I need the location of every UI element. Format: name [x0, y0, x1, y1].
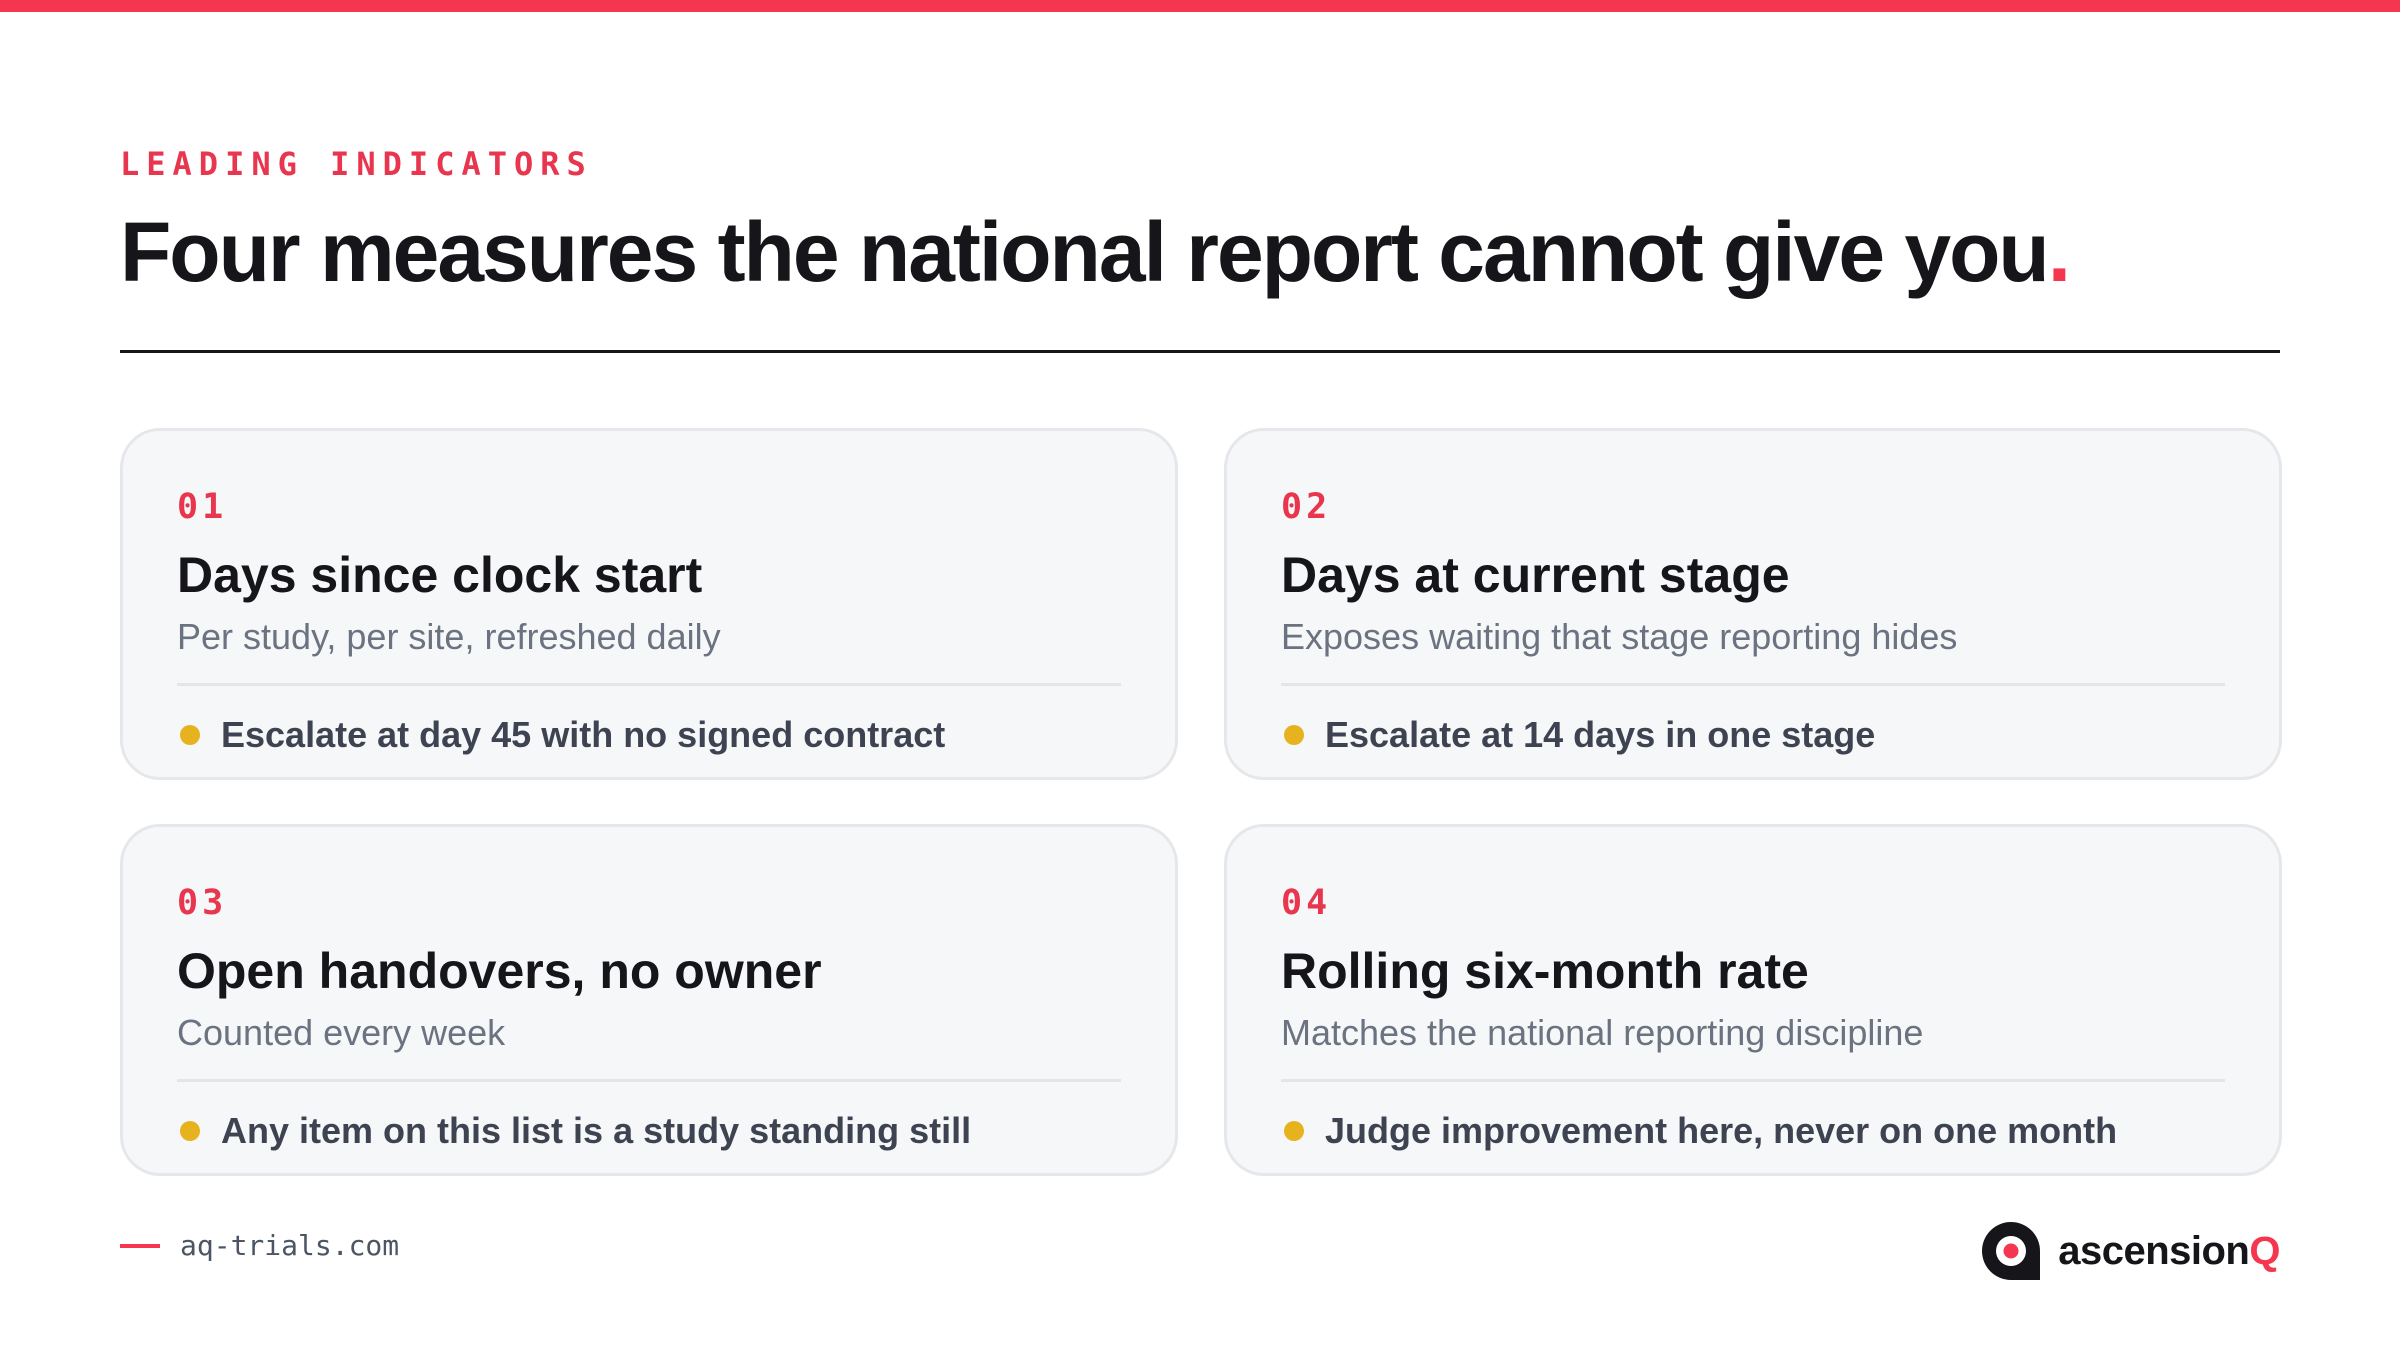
- card-escalation-rule: Judge improvement here, never on one mon…: [1325, 1110, 2118, 1151]
- card-number: 04: [1281, 883, 1332, 923]
- card-title: Open handovers, no owner: [177, 943, 822, 999]
- bullet-dot-icon: [1284, 1121, 1304, 1141]
- indicator-card-4: 04 Rolling six-month rate Matches the na…: [1224, 824, 2282, 1176]
- page-title: Four measures the national report cannot…: [120, 200, 2071, 304]
- card-title: Days at current stage: [1281, 547, 1790, 603]
- card-escalation-rule: Any item on this list is a study standin…: [221, 1110, 972, 1151]
- section-eyebrow: LEADING INDICATORS: [120, 145, 593, 183]
- brand-logo: ascensionQ: [1980, 1220, 2280, 1282]
- card-divider: [1281, 683, 2225, 686]
- card-number: 02: [1281, 487, 1332, 527]
- card-escalation-rule: Escalate at day 45 with no signed contra…: [221, 714, 946, 755]
- bullet-dot-icon: [1284, 725, 1304, 745]
- card-subtitle: Exposes waiting that stage reporting hid…: [1281, 616, 1958, 657]
- ascensionq-logo-mark-icon: [1982, 1222, 2041, 1280]
- card-number: 03: [177, 883, 228, 923]
- brand-name-text: ascension: [2058, 1229, 2250, 1273]
- footer-url: aq-trials.com: [180, 1229, 400, 1262]
- card-subtitle: Counted every week: [177, 1012, 506, 1053]
- card-title: Days since clock start: [177, 547, 703, 603]
- card-divider: [1281, 1079, 2225, 1082]
- card-escalation-rule: Escalate at 14 days in one stage: [1325, 714, 1876, 755]
- indicator-card-1: 01 Days since clock start Per study, per…: [120, 428, 1178, 780]
- header-divider: [120, 350, 2280, 353]
- title-accent-dot: .: [2047, 205, 2071, 299]
- page-title-text: Four measures the national report cannot…: [120, 205, 2050, 299]
- card-subtitle: Per study, per site, refreshed daily: [177, 616, 721, 657]
- top-accent-bar: [0, 0, 2400, 12]
- bullet-dot-icon: [180, 725, 200, 745]
- card-subtitle: Matches the national reporting disciplin…: [1281, 1012, 1924, 1053]
- indicator-card-3: 03 Open handovers, no owner Counted ever…: [120, 824, 1178, 1176]
- card-number: 01: [177, 487, 228, 527]
- card-title: Rolling six-month rate: [1281, 943, 1809, 999]
- bullet-dot-icon: [180, 1121, 200, 1141]
- footer-accent-dash: [120, 1244, 160, 1248]
- brand-name: ascensionQ: [2058, 1226, 2280, 1276]
- indicator-card-2: 02 Days at current stage Exposes waiting…: [1224, 428, 2282, 780]
- brand-name-suffix: Q: [2249, 1229, 2280, 1273]
- card-divider: [177, 683, 1121, 686]
- card-divider: [177, 1079, 1121, 1082]
